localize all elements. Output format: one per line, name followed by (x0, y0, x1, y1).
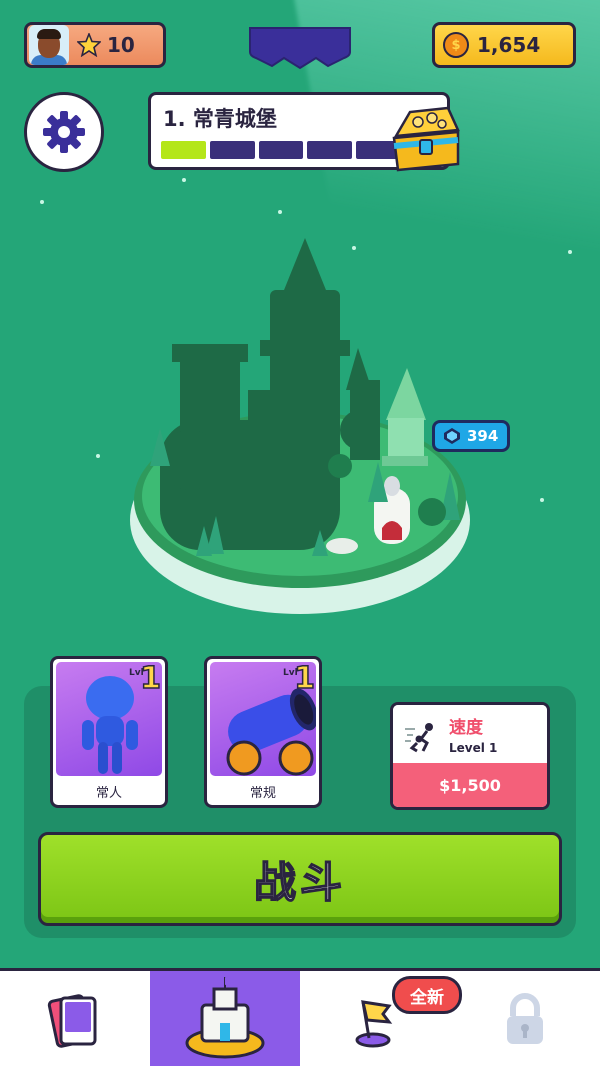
gem-cost-value: 394 (467, 427, 499, 445)
player-level: 10 (107, 33, 135, 57)
player-avatar (29, 25, 69, 65)
stage-progress-bar (161, 141, 401, 159)
gem-icon (444, 428, 460, 444)
running-figures-icon (405, 723, 433, 753)
level-badge: Lvl 1 (129, 660, 162, 697)
gem-cost-tag[interactable]: 394 (432, 420, 510, 452)
gear-icon (43, 111, 85, 153)
star-particle (96, 454, 100, 458)
nav-home[interactable] (150, 971, 300, 1066)
settings-button[interactable] (24, 92, 104, 172)
coin-icon: $ (443, 32, 469, 58)
star-particle (278, 210, 282, 214)
cards-icon (47, 994, 97, 1048)
game-scene: 10 $ 1,654 1. 常青城堡 394 Lvl 1 常人 Lvl 1 常规… (0, 0, 600, 1066)
speed-upgrade-info: 速度 Level 1 (393, 705, 547, 769)
star-icon (77, 33, 101, 57)
crown-banner-icon (249, 27, 351, 70)
progress-segment (209, 141, 255, 159)
stage-title: 1. 常青城堡 (163, 107, 277, 131)
coin-amount: 1,654 (477, 33, 541, 57)
evergreen-castle-island[interactable] (120, 220, 480, 620)
progress-segment (258, 141, 304, 159)
unit-card-human[interactable]: Lvl 1 常人 (50, 656, 168, 808)
treasure-chest-icon[interactable] (388, 100, 464, 176)
speed-upgrade-card[interactable]: 速度 Level 1 $1,500 (390, 702, 550, 810)
level-badge: Lvl 1 (283, 660, 316, 697)
player-profile[interactable]: 10 (24, 22, 166, 68)
nav-cards[interactable] (0, 971, 150, 1066)
star-particle (540, 498, 544, 502)
upgrade-level: Level 1 (449, 741, 498, 755)
star-particle (40, 200, 44, 204)
castle-icon (185, 977, 265, 1059)
star-particle (182, 178, 186, 182)
upgrade-price-button[interactable]: $1,500 (393, 763, 547, 807)
star-particle (568, 250, 572, 254)
unit-card-cannon[interactable]: Lvl 1 常规 (204, 656, 322, 808)
unit-card-label: 常规 (249, 786, 276, 801)
bottom-nav (0, 968, 600, 1066)
lock-icon (507, 993, 543, 1044)
unit-card-label: 常人 (95, 786, 122, 801)
fight-button-label: 战斗 (253, 857, 346, 908)
nav-locked[interactable] (450, 971, 600, 1066)
new-badge: 全新 (392, 976, 462, 1014)
progress-segment (307, 141, 353, 159)
coin-balance[interactable]: $ 1,654 (432, 22, 576, 68)
progress-segment (161, 141, 206, 159)
upgrade-name: 速度 (449, 718, 483, 738)
fight-button[interactable]: 战斗 (38, 832, 562, 926)
